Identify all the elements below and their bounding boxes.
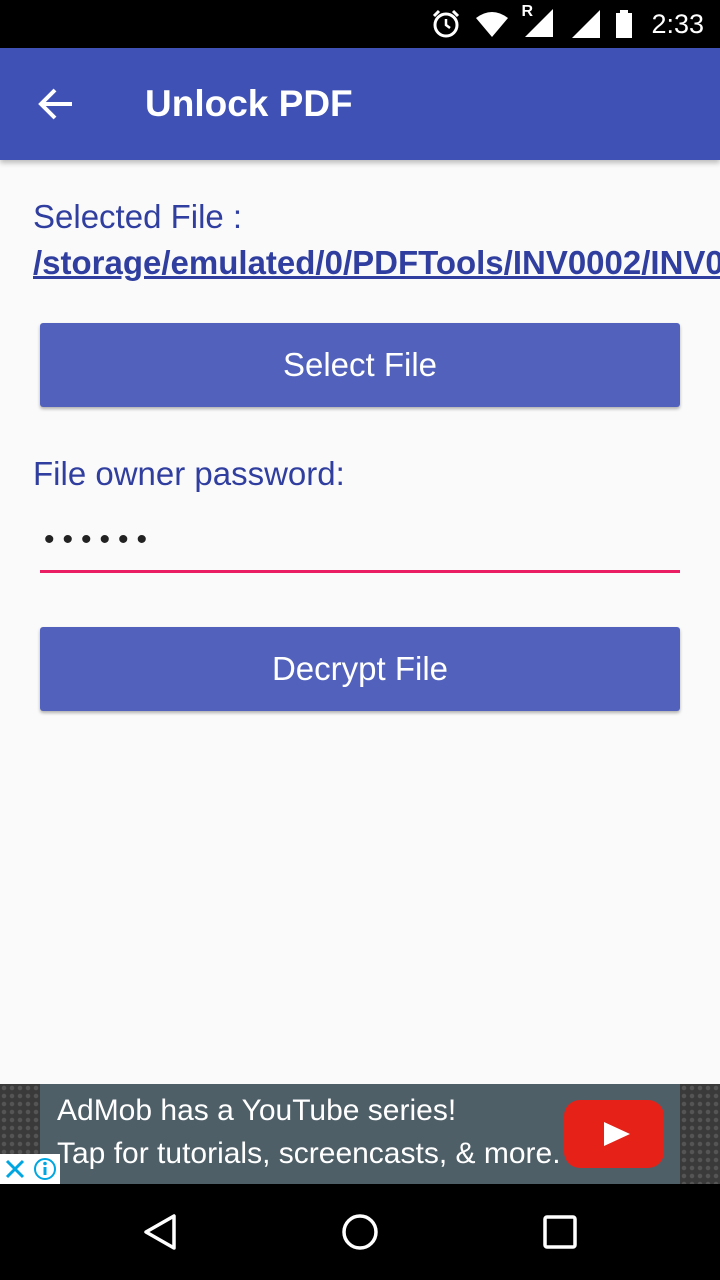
selected-file-path-link[interactable]: /storage/emulated/0/PDFTools/INV0002/INV…: [33, 244, 720, 281]
decrypt-file-button[interactable]: Decrypt File: [40, 627, 680, 711]
ad-close-button[interactable]: [0, 1154, 30, 1184]
alarm-icon: [433, 9, 460, 38]
nav-home-icon: [342, 1214, 378, 1250]
wifi-icon: [476, 12, 509, 37]
cell-signal-roaming-icon: R: [521, 3, 557, 39]
ad-description: Tap for tutorials, screencasts, & more.: [57, 1137, 561, 1170]
selected-file-label: Selected File :: [33, 198, 243, 235]
nav-back-button[interactable]: [128, 1200, 192, 1264]
screen: R 2:33 Unlock PDF Selected File : /stora…: [0, 0, 720, 1280]
select-file-button[interactable]: Select File: [40, 323, 680, 407]
cell-signal-icon: [572, 10, 601, 38]
battery-icon: [616, 10, 633, 38]
ad-banner[interactable]: AdMob has a YouTube series! Tap for tuto…: [40, 1084, 680, 1184]
status-time: 2:33: [651, 8, 704, 39]
status-icons: R 2:33: [431, 0, 704, 48]
info-icon: [34, 1158, 56, 1180]
navigation-bar: [0, 1184, 720, 1280]
nav-recent-icon: [543, 1215, 577, 1249]
roaming-indicator: R: [521, 3, 533, 20]
arrow-back-icon: [38, 88, 72, 120]
back-button[interactable]: [24, 72, 88, 136]
ad-headline: AdMob has a YouTube series!: [57, 1094, 457, 1127]
ad-controls: [0, 1154, 60, 1184]
nav-home-button[interactable]: [328, 1200, 392, 1264]
status-bar: R 2:33: [0, 0, 720, 48]
password-field[interactable]: ••••••: [40, 514, 680, 573]
youtube-play-icon: [564, 1100, 664, 1168]
selected-file-text: Selected File : /storage/emulated/0/PDFT…: [33, 194, 720, 286]
nav-back-icon: [144, 1214, 176, 1250]
password-label: File owner password:: [33, 455, 345, 492]
app-bar: Unlock PDF: [0, 48, 720, 160]
nav-recent-apps-button[interactable]: [528, 1200, 592, 1264]
password-value: ••••••: [44, 523, 156, 556]
page-title: Unlock PDF: [145, 83, 353, 124]
ad-info-button[interactable]: [30, 1154, 60, 1184]
close-icon: [5, 1159, 25, 1179]
